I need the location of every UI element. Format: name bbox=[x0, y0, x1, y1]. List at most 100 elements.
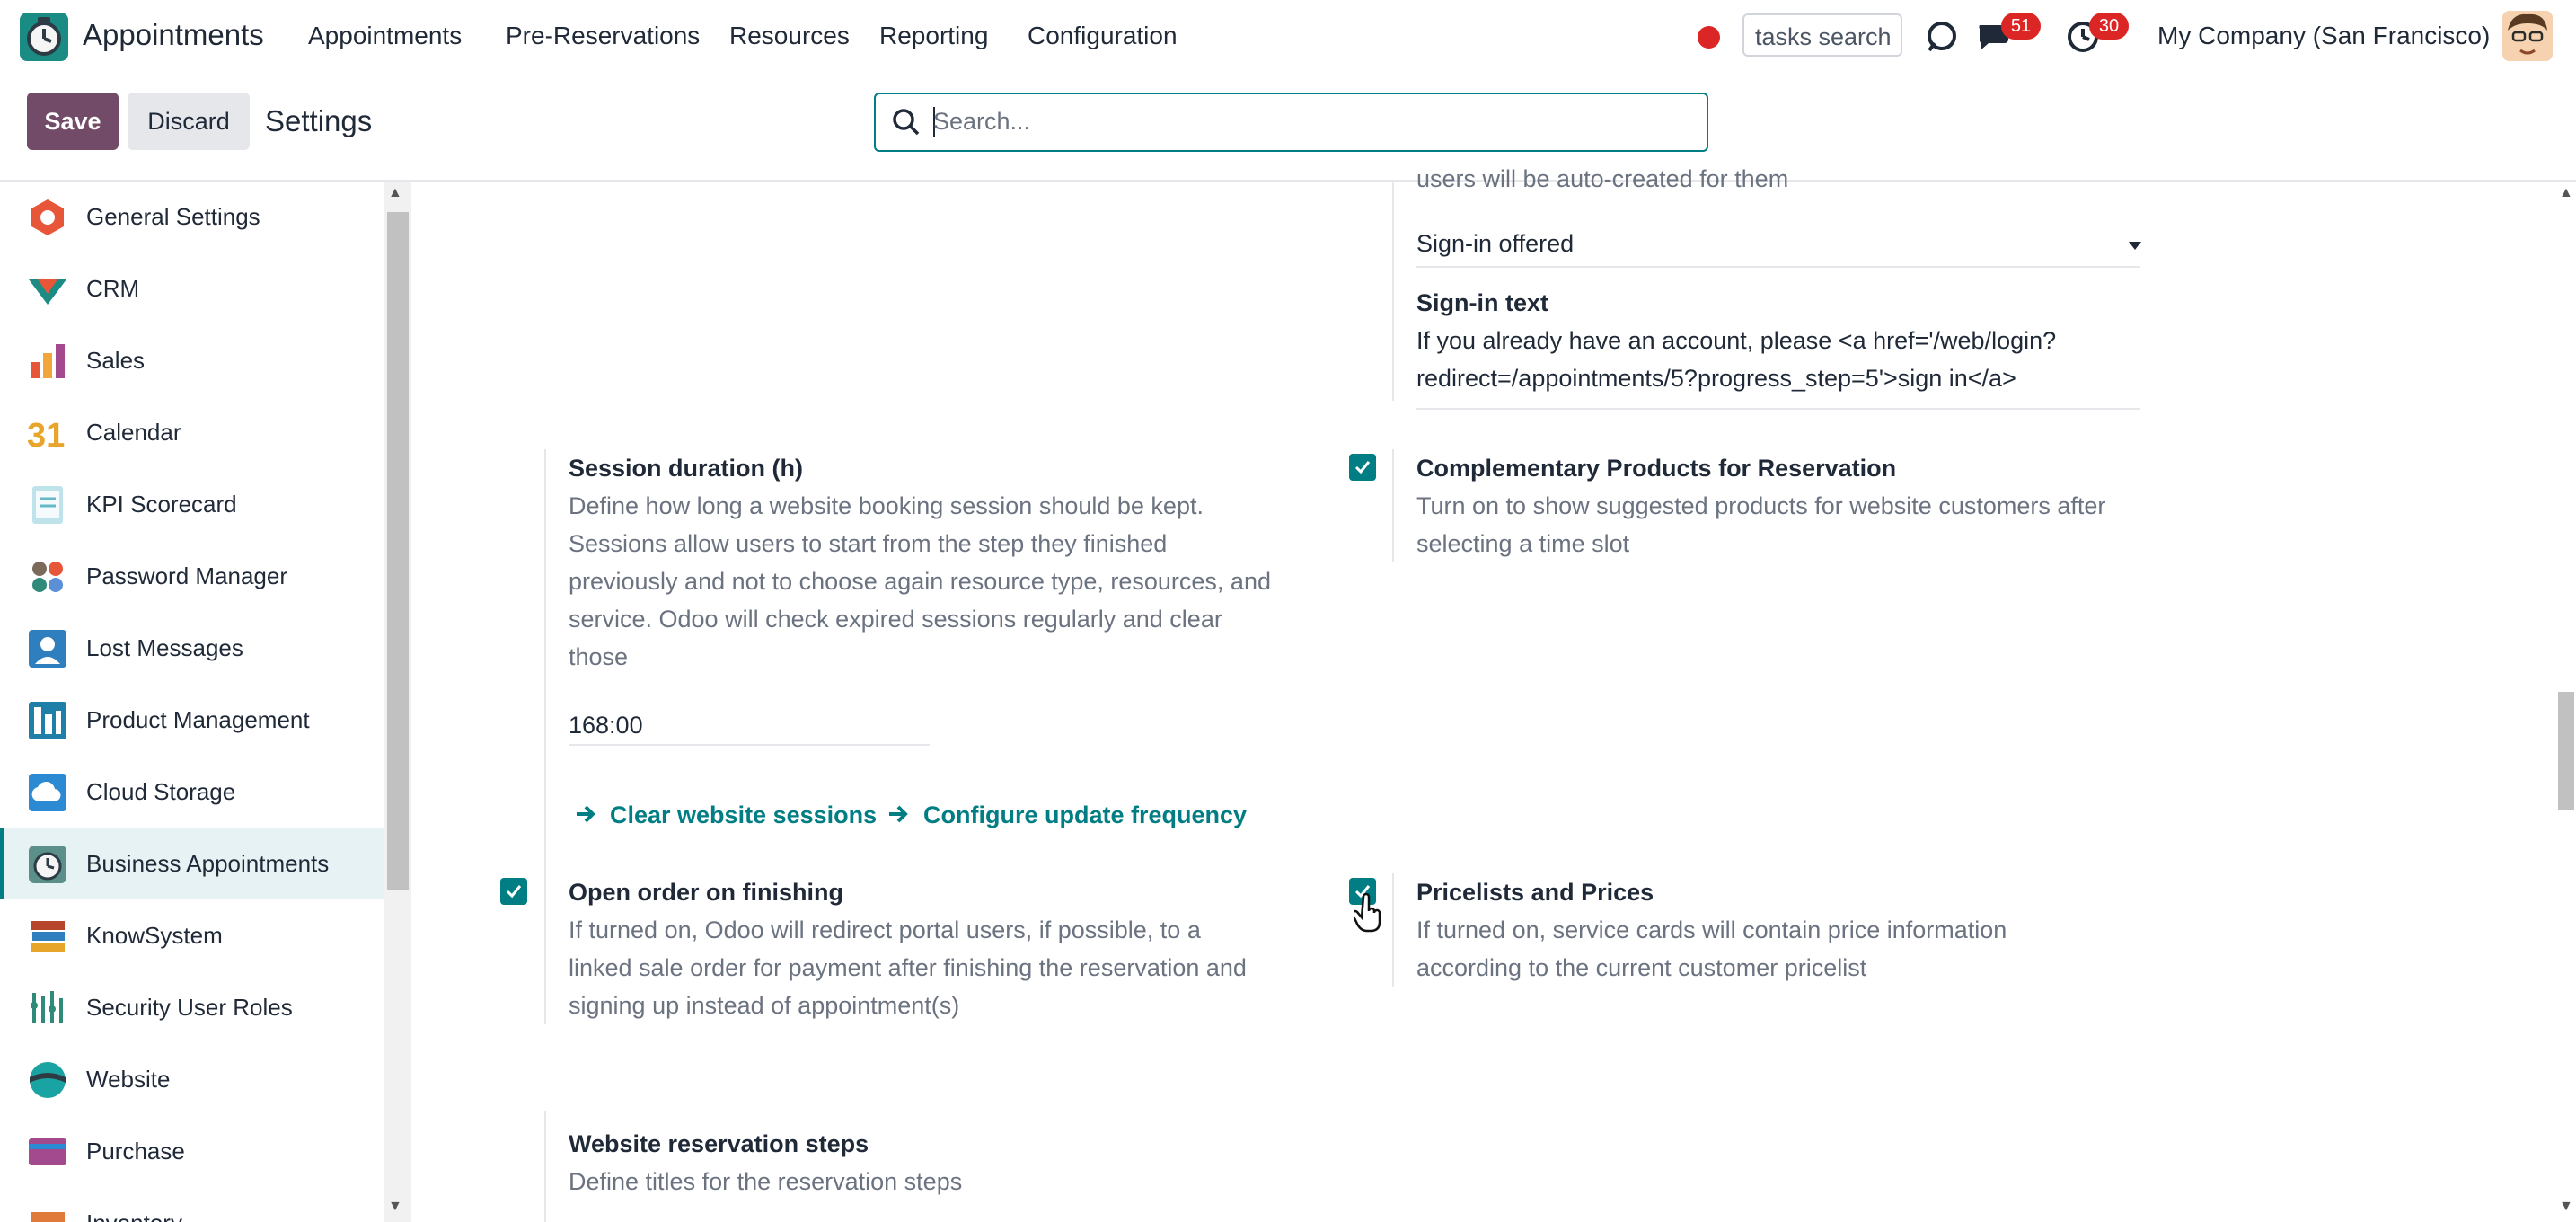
open-order-desc-1: If turned on, Odoo will redirect portal … bbox=[569, 916, 1201, 943]
sidebar-item-website[interactable]: Website bbox=[0, 1044, 384, 1114]
sidebar-item-calendar[interactable]: 31 Calendar bbox=[0, 397, 384, 467]
scroll-down-arrow-icon[interactable]: ▼ bbox=[388, 1199, 402, 1215]
sidebar-scrollbar-thumb[interactable] bbox=[387, 212, 409, 890]
complementary-products-checkbox[interactable] bbox=[1349, 454, 1376, 481]
open-order-checkbox[interactable] bbox=[500, 878, 527, 905]
chevron-down-icon[interactable] bbox=[2129, 239, 2141, 255]
website-icon bbox=[27, 1059, 68, 1101]
signin-text-title: Sign-in text bbox=[1416, 289, 1548, 316]
app-title[interactable]: Appointments bbox=[83, 18, 264, 52]
sidebar-item-business-appointments[interactable]: Business Appointments bbox=[0, 828, 384, 899]
content-scrollbar-thumb[interactable] bbox=[2558, 692, 2574, 810]
reservation-steps-desc: Define titles for the reservation steps bbox=[569, 1168, 963, 1195]
discuss-icon[interactable] bbox=[1924, 18, 1960, 58]
sidebar-item-sales[interactable]: Sales bbox=[0, 325, 384, 395]
general-settings-icon bbox=[27, 197, 68, 238]
sidebar-item-knowsystem[interactable]: KnowSystem bbox=[0, 900, 384, 970]
sidebar-item-security-user-roles[interactable]: Security User Roles bbox=[0, 972, 384, 1042]
sidebar-item-label: Purchase bbox=[86, 1138, 185, 1164]
menu-configuration[interactable]: Configuration bbox=[1028, 22, 1178, 50]
save-button[interactable]: Save bbox=[27, 93, 119, 150]
discard-button[interactable]: Discard bbox=[128, 93, 250, 150]
sidebar-item-label: Calendar bbox=[86, 419, 181, 446]
menu-reporting[interactable]: Reporting bbox=[879, 22, 988, 50]
cloud-storage-icon bbox=[27, 772, 68, 813]
hand-pointer-cursor-icon bbox=[1351, 892, 1385, 939]
signin-text-line-2[interactable]: redirect=/appointments/5?progress_step=5… bbox=[1416, 365, 2016, 393]
session-duration-input[interactable]: 168:00 bbox=[569, 712, 643, 739]
setting-divider bbox=[1392, 873, 1394, 987]
sidebar-item-label: Password Manager bbox=[86, 562, 287, 589]
sidebar-item-password-manager[interactable]: Password Manager bbox=[0, 541, 384, 611]
complementary-products-desc-1: Turn on to show suggested products for w… bbox=[1416, 492, 2106, 519]
session-duration-desc-5: those bbox=[569, 643, 629, 670]
textarea-underline bbox=[1416, 408, 2140, 410]
recording-indicator-icon[interactable] bbox=[1698, 26, 1720, 49]
auto-create-users-hint: users will be auto-created for them bbox=[1416, 165, 1789, 192]
session-duration-desc-1: Define how long a website booking sessio… bbox=[569, 492, 1204, 519]
setting-divider bbox=[544, 449, 546, 1024]
sidebar-item-label: KPI Scorecard bbox=[86, 491, 237, 518]
sidebar-item-label: Security User Roles bbox=[86, 994, 293, 1021]
search-placeholder: Search... bbox=[933, 108, 1031, 135]
arrow-right-icon bbox=[575, 803, 596, 829]
top-navbar: Appointments Appointments Pre-Reservatio… bbox=[0, 0, 2576, 74]
sidebar-item-product-management[interactable]: Product Management bbox=[0, 685, 384, 755]
svg-text:31: 31 bbox=[27, 417, 65, 454]
complementary-products-desc-2: selecting a time slot bbox=[1416, 530, 1630, 557]
crm-icon bbox=[27, 269, 68, 310]
configure-update-frequency-link[interactable]: Configure update frequency bbox=[923, 801, 1247, 829]
signin-mode-select[interactable]: Sign-in offered bbox=[1416, 230, 1574, 258]
clear-website-sessions-link[interactable]: Clear website sessions bbox=[610, 801, 877, 829]
sidebar-item-label: General Settings bbox=[86, 203, 260, 230]
business-appointments-icon bbox=[27, 844, 68, 885]
arrow-right-icon bbox=[887, 803, 909, 829]
sidebar-item-label: Sales bbox=[86, 347, 146, 374]
setting-divider bbox=[1392, 180, 1394, 401]
settings-sidebar: General Settings CRM Sales 31 Calendar K… bbox=[0, 182, 384, 1222]
select-underline bbox=[1416, 266, 2140, 268]
setting-divider bbox=[544, 1111, 546, 1222]
appointments-app-icon[interactable] bbox=[20, 13, 68, 61]
sidebar-item-label: Lost Messages bbox=[86, 634, 243, 661]
sidebar-item-label: KnowSystem bbox=[86, 922, 223, 949]
calendar-icon: 31 bbox=[27, 412, 68, 455]
sidebar-item-purchase[interactable]: Purchase bbox=[0, 1116, 384, 1186]
signin-text-line-1[interactable]: If you already have an account, please <… bbox=[1416, 327, 2056, 355]
inventory-icon bbox=[27, 1203, 68, 1222]
complementary-products-title: Complementary Products for Reservation bbox=[1416, 455, 1897, 482]
security-user-roles-icon bbox=[27, 987, 68, 1029]
sidebar-item-label: Product Management bbox=[86, 706, 310, 733]
sidebar-item-cloud-storage[interactable]: Cloud Storage bbox=[0, 757, 384, 827]
user-avatar[interactable] bbox=[2502, 11, 2553, 61]
scroll-up-arrow-icon[interactable]: ▲ bbox=[388, 185, 402, 201]
sidebar-item-lost-messages[interactable]: Lost Messages bbox=[0, 613, 384, 683]
menu-appointments[interactable]: Appointments bbox=[308, 22, 462, 50]
open-order-desc-2: linked sale order for payment after fini… bbox=[569, 954, 1247, 981]
sidebar-item-label: Cloud Storage bbox=[86, 778, 236, 805]
tasks-search-button[interactable]: tasks search bbox=[1742, 13, 1902, 57]
settings-search-input[interactable]: Search... bbox=[874, 93, 1708, 152]
menu-pre-reservations[interactable]: Pre-Reservations bbox=[506, 22, 700, 50]
content-scroll-down-arrow-icon[interactable]: ▼ bbox=[2559, 1199, 2573, 1215]
pricelists-desc-1: If turned on, service cards will contain… bbox=[1416, 916, 2007, 943]
sales-icon bbox=[27, 341, 68, 382]
sidebar-item-kpi-scorecard[interactable]: KPI Scorecard bbox=[0, 469, 384, 539]
content-scroll-up-arrow-icon[interactable]: ▲ bbox=[2559, 185, 2573, 201]
lost-messages-icon bbox=[27, 628, 68, 669]
kpi-scorecard-icon bbox=[27, 484, 68, 526]
sidebar-item-inventory[interactable]: Inventory bbox=[0, 1188, 384, 1222]
input-underline bbox=[569, 744, 930, 746]
sidebar-item-label: Inventory bbox=[86, 1209, 182, 1222]
session-duration-desc-4: service. Odoo will check expired session… bbox=[569, 606, 1222, 633]
purchase-icon bbox=[27, 1131, 68, 1173]
session-duration-title: Session duration (h) bbox=[569, 455, 804, 482]
sidebar-item-label: Business Appointments bbox=[86, 850, 330, 877]
session-duration-desc-3: previously and not to choose again resou… bbox=[569, 568, 1271, 595]
sidebar-item-general-settings[interactable]: General Settings bbox=[0, 182, 384, 252]
activities-count-badge: 30 bbox=[2089, 13, 2129, 40]
company-switcher[interactable]: My Company (San Francisco) bbox=[2157, 22, 2490, 50]
menu-resources[interactable]: Resources bbox=[729, 22, 850, 50]
sidebar-item-crm[interactable]: CRM bbox=[0, 253, 384, 323]
breadcrumb: Settings bbox=[265, 104, 373, 137]
